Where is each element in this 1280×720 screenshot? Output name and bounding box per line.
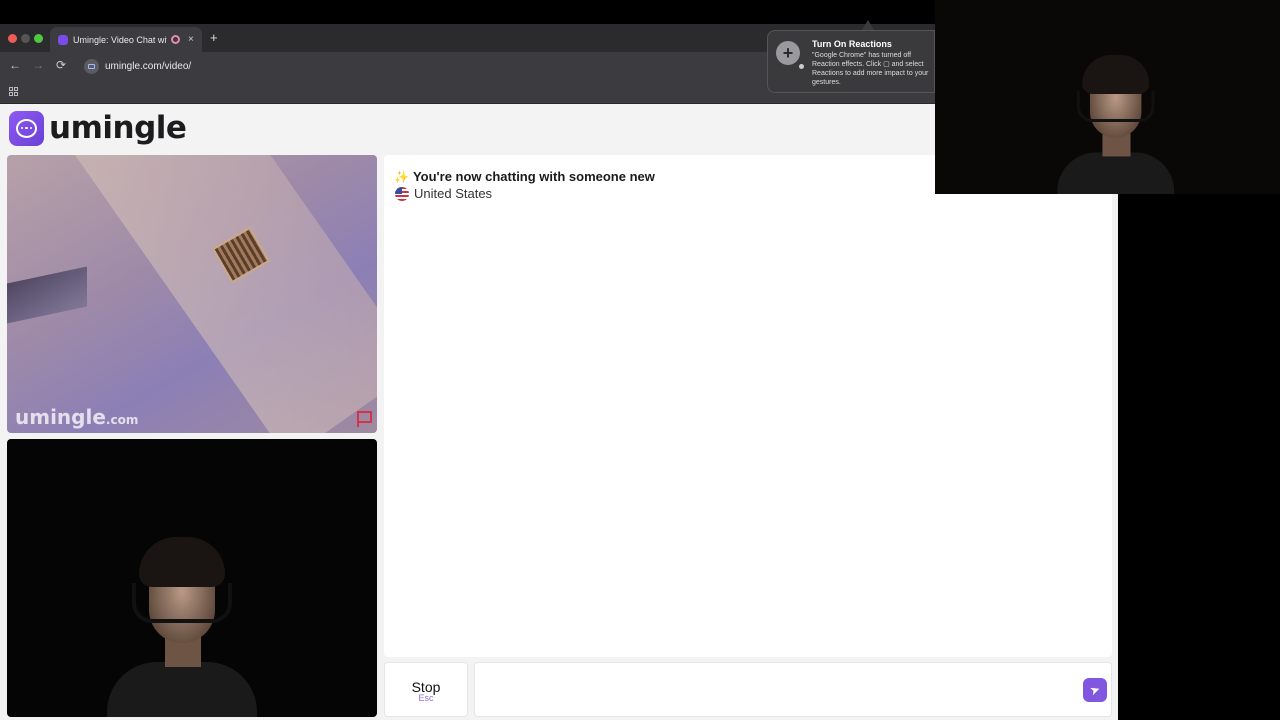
chat-status-text: You're now chatting with someone new [412, 169, 655, 184]
partner-location: United States [395, 186, 492, 201]
sparkle-icon: ✨ [394, 169, 409, 184]
notification-body: "Google Chrome" has turned off Reaction … [812, 52, 929, 86]
stop-button[interactable]: Stop Esc [384, 662, 468, 717]
maximize-window-button[interactable] [34, 34, 43, 43]
preview-camera-feed [1057, 55, 1175, 194]
close-window-button[interactable] [8, 34, 17, 43]
send-arrow-icon: ➤ [1087, 681, 1103, 699]
us-flag-icon [395, 186, 409, 201]
chat-panel: ✨ You're now chatting with someone new U… [384, 155, 1112, 657]
tab-close-icon[interactable]: × [188, 34, 194, 45]
ceiling-shape [47, 155, 377, 433]
camera-permission-icon[interactable] [84, 58, 99, 74]
apps-grid-icon[interactable] [9, 87, 18, 96]
chat-status-line: ✨ You're now chatting with someone new [394, 169, 655, 184]
forward-arrow-icon[interactable]: → [32, 58, 44, 72]
url-bar[interactable]: umingle.com/video/ [80, 56, 780, 76]
wall-shape [7, 266, 87, 324]
status-dot-icon [799, 64, 804, 69]
new-tab-button[interactable]: + [210, 30, 218, 45]
chat-bubble-logo-icon [9, 110, 44, 146]
remote-video: umingle.com [7, 155, 377, 433]
partner-country: United States [414, 186, 493, 201]
brand-name: umingle [49, 110, 187, 146]
stop-shortcut-hint: Esc [418, 693, 434, 703]
self-preview-overlay[interactable] [935, 0, 1280, 194]
notification-title: Turn On Reactions [812, 39, 892, 49]
send-button[interactable]: ➤ [1083, 678, 1107, 702]
plus-icon: + [776, 41, 800, 65]
report-flag-icon[interactable] [357, 411, 372, 427]
message-input[interactable] [474, 662, 1112, 717]
user-camera-feed [107, 537, 257, 717]
tab-title: Umingle: Video Chat with [73, 34, 167, 45]
reactions-notification[interactable]: + Turn On Reactions "Google Chrome" has … [767, 30, 935, 93]
umingle-favicon-icon [58, 34, 68, 45]
self-video [7, 439, 377, 717]
umingle-page: umingle umingle.com ✨ You're now chattin… [0, 104, 1118, 720]
site-logo[interactable]: umingle [9, 110, 187, 146]
video-watermark: umingle.com [15, 405, 139, 429]
notification-caret [862, 20, 874, 30]
recording-indicator-icon [171, 35, 180, 44]
minimize-window-button[interactable] [21, 34, 30, 43]
reload-icon[interactable]: ⟳ [56, 58, 66, 72]
back-arrow-icon[interactable]: ← [9, 58, 21, 72]
url-text: umingle.com/video/ [105, 60, 192, 72]
browser-tab[interactable]: Umingle: Video Chat with × [50, 27, 202, 52]
screen: Umingle: Video Chat with × + ← → ⟳ uming… [0, 0, 1280, 720]
